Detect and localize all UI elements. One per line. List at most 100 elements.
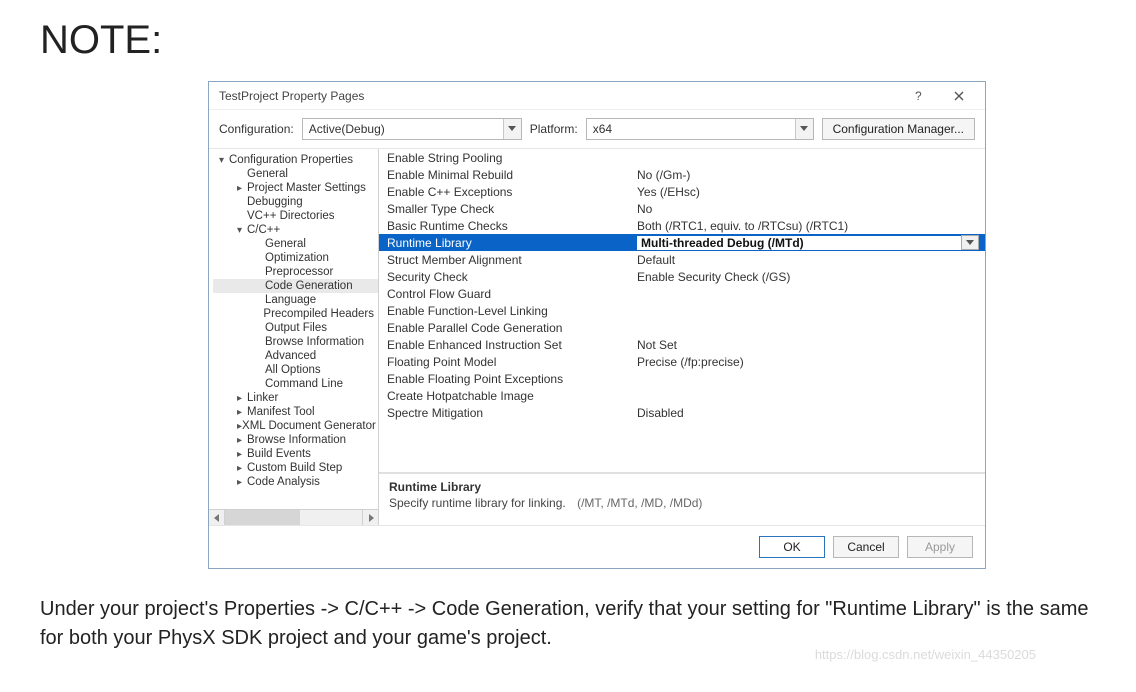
property-row[interactable]: Enable Function-Level Linking <box>379 302 985 319</box>
tree-item[interactable]: ▸Project Master Settings <box>213 181 378 195</box>
tree-item[interactable]: Advanced <box>213 349 378 363</box>
property-row[interactable]: Floating Point ModelPrecise (/fp:precise… <box>379 353 985 370</box>
tree-item[interactable]: Output Files <box>213 321 378 335</box>
scroll-left-icon[interactable] <box>209 510 225 525</box>
tree-item-label: Language <box>265 294 316 306</box>
caret-right-icon: ▸ <box>237 463 247 474</box>
property-name: Struct Member Alignment <box>387 253 637 267</box>
tree-item[interactable]: Optimization <box>213 251 378 265</box>
property-row[interactable]: Spectre MitigationDisabled <box>379 404 985 421</box>
scroll-track[interactable] <box>225 510 362 525</box>
tree-item[interactable]: General <box>213 167 378 181</box>
tree-item-label: Advanced <box>265 350 316 362</box>
ok-button[interactable]: OK <box>759 536 825 558</box>
help-button[interactable]: ? <box>899 83 939 109</box>
property-name: Smaller Type Check <box>387 202 637 216</box>
tree-item[interactable]: ▸Custom Build Step <box>213 461 378 475</box>
property-name: Enable Parallel Code Generation <box>387 321 637 335</box>
property-value: Disabled <box>637 406 979 420</box>
tree-item[interactable]: ▸Linker <box>213 391 378 405</box>
scroll-right-icon[interactable] <box>362 510 378 525</box>
tree-item-label: Project Master Settings <box>247 182 366 194</box>
caret-right-icon: ▸ <box>237 477 247 488</box>
apply-button[interactable]: Apply <box>907 536 973 558</box>
caret-right-icon: ▸ <box>237 449 247 460</box>
platform-label: Platform: <box>530 122 578 136</box>
configuration-combo[interactable]: Active(Debug) <box>302 118 522 140</box>
tree-container[interactable]: ▾Configuration PropertiesGeneral▸Project… <box>209 149 378 509</box>
property-row[interactable]: Enable C++ ExceptionsYes (/EHsc) <box>379 183 985 200</box>
property-pages-dialog: TestProject Property Pages ? Configurati… <box>208 81 986 569</box>
tree-item[interactable]: General <box>213 237 378 251</box>
property-value: Enable Security Check (/GS) <box>637 270 979 284</box>
property-row[interactable]: Enable Floating Point Exceptions <box>379 370 985 387</box>
tree-item[interactable]: ▾Configuration Properties <box>213 153 378 167</box>
property-name: Enable Enhanced Instruction Set <box>387 338 637 352</box>
property-name: Basic Runtime Checks <box>387 219 637 233</box>
configuration-row: Configuration: Active(Debug) Platform: x… <box>209 110 985 149</box>
chevron-down-icon[interactable] <box>961 235 979 250</box>
tree-item[interactable]: Browse Information <box>213 335 378 349</box>
tree-item[interactable]: ▸Manifest Tool <box>213 405 378 419</box>
tree-item[interactable]: VC++ Directories <box>213 209 378 223</box>
property-row[interactable]: Control Flow Guard <box>379 285 985 302</box>
property-value: No (/Gm-) <box>637 168 979 182</box>
tree-horizontal-scrollbar[interactable] <box>209 509 378 525</box>
tree-item[interactable]: ▸XML Document Generator <box>213 419 378 433</box>
description-title: Runtime Library <box>389 480 975 494</box>
tree-item-label: C/C++ <box>247 224 280 236</box>
tree-item-label: Browse Information <box>265 336 364 348</box>
property-row[interactable]: Struct Member AlignmentDefault <box>379 251 985 268</box>
property-name: Enable String Pooling <box>387 151 637 165</box>
tree-item-label: XML Document Generator <box>242 420 376 432</box>
tree-item[interactable]: ▸Browse Information <box>213 433 378 447</box>
scroll-thumb[interactable] <box>225 510 300 525</box>
tree-item-label: Linker <box>247 392 278 404</box>
property-name: Spectre Mitigation <box>387 406 637 420</box>
property-row[interactable]: Smaller Type CheckNo <box>379 200 985 217</box>
tree-item[interactable]: Precompiled Headers <box>213 307 378 321</box>
caret-right-icon: ▸ <box>237 393 247 404</box>
tree-item[interactable]: ▸Build Events <box>213 447 378 461</box>
tree-item[interactable]: Language <box>213 293 378 307</box>
caret-right-icon: ▸ <box>237 183 247 194</box>
property-value[interactable]: Multi-threaded Debug (/MTd) <box>637 235 979 250</box>
property-name: Enable Floating Point Exceptions <box>387 372 637 386</box>
tree-item-label: VC++ Directories <box>247 210 335 222</box>
configuration-manager-button[interactable]: Configuration Manager... <box>822 118 975 140</box>
property-row[interactable]: Basic Runtime ChecksBoth (/RTC1, equiv. … <box>379 217 985 234</box>
property-row[interactable]: Enable Enhanced Instruction SetNot Set <box>379 336 985 353</box>
property-row[interactable]: Create Hotpatchable Image <box>379 387 985 404</box>
property-name: Enable C++ Exceptions <box>387 185 637 199</box>
property-row[interactable]: Runtime LibraryMulti-threaded Debug (/MT… <box>379 234 985 251</box>
tree-item[interactable]: All Options <box>213 363 378 377</box>
tree-item[interactable]: Command Line <box>213 377 378 391</box>
property-grid-pane: Enable String PoolingEnable Minimal Rebu… <box>379 149 985 525</box>
description-text: Specify runtime library for linking. <box>389 496 566 510</box>
property-name: Enable Minimal Rebuild <box>387 168 637 182</box>
tree-item[interactable]: Code Generation <box>213 279 378 293</box>
tree-item-label: Command Line <box>265 378 343 390</box>
property-name: Security Check <box>387 270 637 284</box>
property-row[interactable]: Enable String Pooling <box>379 149 985 166</box>
property-name: Control Flow Guard <box>387 287 637 301</box>
property-row[interactable]: Security CheckEnable Security Check (/GS… <box>379 268 985 285</box>
caret-right-icon: ▸ <box>237 435 247 446</box>
tree-item-label: Optimization <box>265 252 329 264</box>
property-value-text: Multi-threaded Debug (/MTd) <box>637 236 961 250</box>
tree-item[interactable]: ▸Code Analysis <box>213 475 378 489</box>
close-button[interactable] <box>939 83 979 109</box>
platform-combo[interactable]: x64 <box>586 118 814 140</box>
configuration-label: Configuration: <box>219 122 294 136</box>
tree-item[interactable]: ▾C/C++ <box>213 223 378 237</box>
chevron-down-icon <box>795 119 813 139</box>
property-value: Yes (/EHsc) <box>637 185 979 199</box>
tree-item[interactable]: Preprocessor <box>213 265 378 279</box>
tree-item-label: Code Generation <box>265 280 353 292</box>
tree-item[interactable]: Debugging <box>213 195 378 209</box>
property-row[interactable]: Enable Parallel Code Generation <box>379 319 985 336</box>
cancel-button[interactable]: Cancel <box>833 536 899 558</box>
property-grid[interactable]: Enable String PoolingEnable Minimal Rebu… <box>379 149 985 473</box>
tree-item-label: Manifest Tool <box>247 406 315 418</box>
property-row[interactable]: Enable Minimal RebuildNo (/Gm-) <box>379 166 985 183</box>
